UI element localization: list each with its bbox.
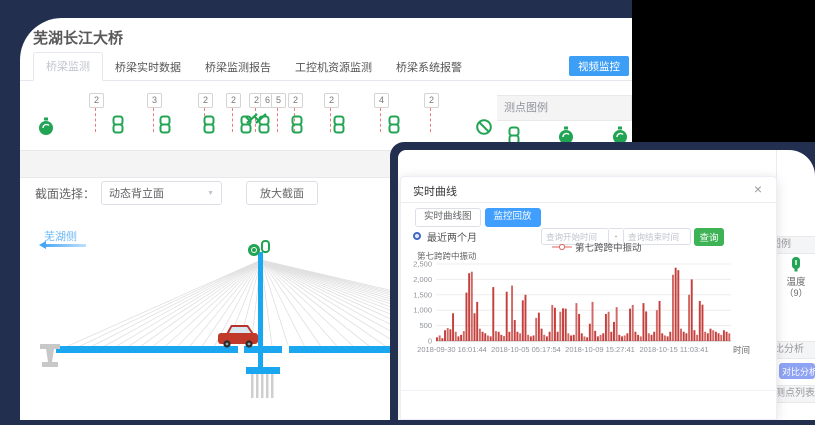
screen: 芜湖长江大桥 桥梁监测桥梁实时数据桥梁监测报告工控机资源监测桥梁系统报警 视频监… <box>0 0 815 420</box>
section-controls: 截面选择： 动态背立面 ▼ 放大截面 <box>35 181 318 205</box>
sensor-count-badge: 2 <box>226 93 241 108</box>
link-icon[interactable] <box>111 115 125 135</box>
dialog-tab-监控回放[interactable]: 监控回放 <box>485 208 541 227</box>
sidebar-compare-title: 对比分析 <box>777 342 804 358</box>
section-select-value: 动态背立面 <box>109 185 164 201</box>
popup-window-frame: 测点图例 温度 （9） 对比分析 对比分析 振动测点列表 <box>390 142 815 420</box>
no-entry-icon[interactable] <box>475 118 489 138</box>
sensor-leader-line <box>430 108 431 132</box>
svg-text:1,500: 1,500 <box>413 290 432 299</box>
foundation-cap <box>246 367 280 374</box>
dialog-tabs: 实时曲线图监控回放 <box>415 208 541 227</box>
svg-text:1,000: 1,000 <box>413 306 432 315</box>
link-icon[interactable] <box>202 115 216 135</box>
x-tick-label: 2018-10-05 05:17:54 <box>491 345 561 354</box>
close-icon[interactable]: × <box>748 180 768 198</box>
sidebar-list-header: 振动测点列表 <box>777 385 815 403</box>
background-black-block <box>632 0 815 146</box>
sensor-count-badge: 2 <box>324 93 339 108</box>
deck-joint-right <box>282 345 289 354</box>
sidebar-list-title: 振动测点列表 <box>777 386 815 402</box>
legend-panel-title: 测点图例 <box>497 95 632 121</box>
sensor-leader-line <box>277 108 278 132</box>
dialog-tab-实时曲线图[interactable]: 实时曲线图 <box>415 208 481 227</box>
bridge-side-label: 芜湖侧 <box>44 228 77 244</box>
temperature-icon[interactable] <box>789 256 803 272</box>
x-axis-name: 时间 <box>733 344 750 356</box>
link-icon[interactable] <box>290 115 304 135</box>
section-select[interactable]: 动态背立面 ▼ <box>101 181 222 205</box>
sensor-leader-line <box>232 108 233 132</box>
dialog-title: 实时曲线 <box>413 183 457 199</box>
link-icon[interactable] <box>257 115 271 135</box>
dialog-header: 实时曲线 × <box>401 177 776 203</box>
svg-text:500: 500 <box>419 321 432 330</box>
realtime-curve-dialog: 实时曲线 × 实时曲线图监控回放 最近两个月 - 查询 第七跨跨中振动 <box>400 176 777 420</box>
svg-text:2,000: 2,000 <box>413 275 432 284</box>
recent-range-label: 最近两个月 <box>427 229 477 244</box>
pylon-sensor-icon <box>248 241 269 256</box>
sensor-count-badge: 3 <box>147 93 162 108</box>
sensor-leader-line <box>153 108 154 132</box>
right-sidebar: 测点图例 温度 （9） 对比分析 对比分析 振动测点列表 <box>776 150 815 420</box>
link-icon[interactable] <box>332 115 346 135</box>
x-tick-label: 2018-09-30 16:01:44 <box>417 345 487 354</box>
left-arrow-icon <box>42 244 86 247</box>
link-icon[interactable] <box>158 115 172 135</box>
sensor-count-badge: 2 <box>424 93 439 108</box>
svg-text:2,500: 2,500 <box>413 261 432 269</box>
zoom-section-button[interactable]: 放大截面 <box>246 181 318 205</box>
deck-joint-left <box>238 345 244 354</box>
temperature-count: （9） <box>777 286 815 299</box>
link-icon[interactable] <box>387 115 401 135</box>
sidebar-legend-title: 测点图例 <box>777 237 791 253</box>
sensor-leader-line <box>330 108 331 132</box>
recent-range-radio[interactable] <box>413 232 421 240</box>
chevron-down-icon: ▼ <box>207 190 214 197</box>
section-select-label: 截面选择： <box>35 185 95 202</box>
legend-label: 第七跨跨中振动 <box>575 240 642 254</box>
sensor-leader-line <box>380 108 381 132</box>
foundation-piles <box>251 374 274 398</box>
popup-page: 测点图例 温度 （9） 对比分析 对比分析 振动测点列表 <box>398 150 815 420</box>
dialog-footer-divider <box>401 390 776 391</box>
sensor-count-badge: 2 <box>89 93 104 108</box>
x-tick-label: 2018-10-15 11:03:41 <box>639 345 708 354</box>
legend-panel: 测点图例 <box>497 95 632 147</box>
search-button[interactable]: 查询 <box>694 228 724 246</box>
sidebar-compare-header: 对比分析 <box>777 341 815 359</box>
sidebar-legend-header: 测点图例 <box>777 236 815 254</box>
sensor-count-badge: 5 <box>271 93 286 108</box>
compare-analysis-button[interactable]: 对比分析 <box>779 363 815 379</box>
bridge-pier <box>40 344 60 367</box>
sensor-leader-line <box>95 108 96 132</box>
vibration-chart: 2,5002,0001,5001,0005000 <box>401 261 746 357</box>
sensor-count-badge: 2 <box>198 93 213 108</box>
legend-marker-icon <box>552 243 572 251</box>
chart-legend[interactable]: 第七跨跨中振动 <box>552 240 642 254</box>
gauge-icon[interactable] <box>37 117 51 137</box>
sensor-count-badge: 2 <box>288 93 303 108</box>
x-tick-label: 2018-10-09 15:27:41 <box>565 345 635 354</box>
sensor-count-badge: 4 <box>374 93 389 108</box>
bridge-pylon <box>258 252 263 374</box>
